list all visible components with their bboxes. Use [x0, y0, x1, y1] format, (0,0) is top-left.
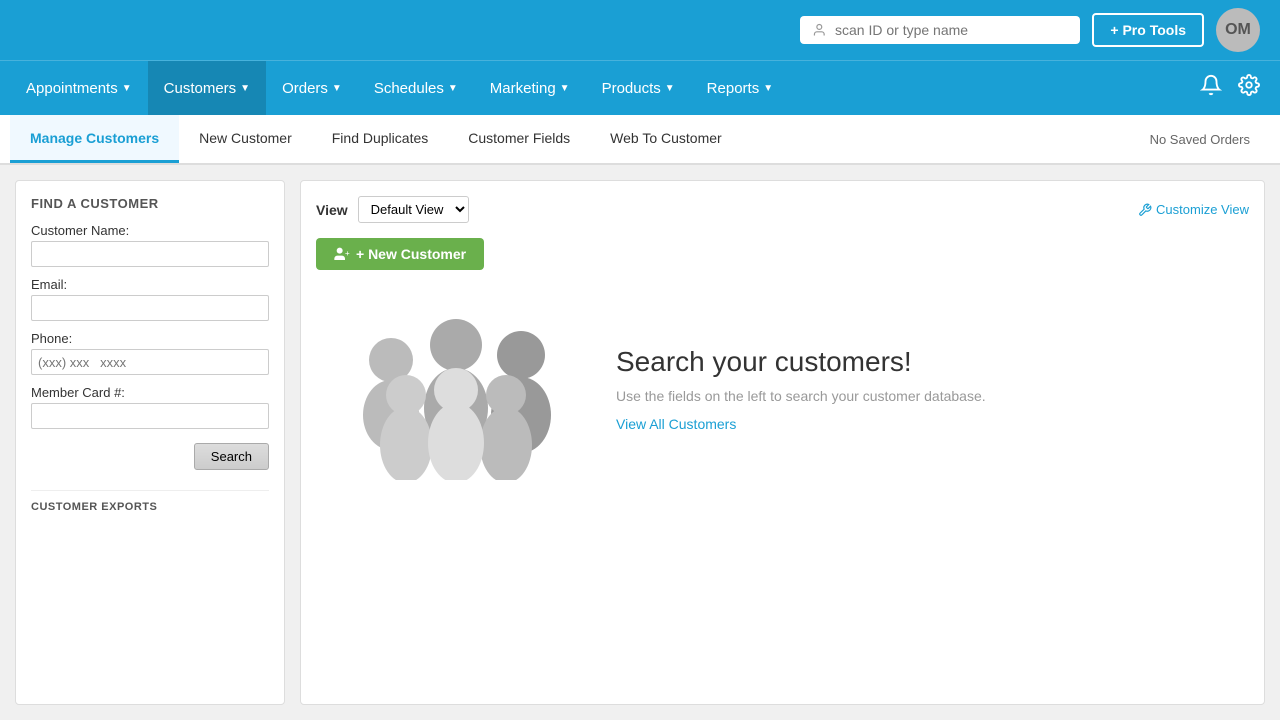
chevron-down-icon: ▼ — [240, 83, 250, 94]
sub-nav: Manage Customers New Customer Find Dupli… — [0, 115, 1280, 165]
subnav-item-new-customer[interactable]: New Customer — [179, 115, 312, 163]
nav-item-appointments[interactable]: Appointments ▼ — [10, 61, 148, 115]
subnav-item-manage-customers[interactable]: Manage Customers — [10, 115, 179, 163]
view-label: View — [316, 202, 348, 218]
nav-item-products[interactable]: Products ▼ — [586, 61, 691, 115]
member-card-label: Member Card #: — [31, 385, 269, 400]
view-bar: View Default View Customize View — [316, 196, 1249, 223]
top-bar: + Pro Tools OM — [0, 0, 1280, 60]
add-person-icon — [334, 246, 350, 262]
no-saved-orders: No Saved Orders — [1130, 115, 1270, 163]
view-bar-left: View Default View — [316, 196, 469, 223]
empty-description: Use the fields on the left to search you… — [616, 388, 986, 404]
empty-state: Search your customers! Use the fields on… — [316, 270, 1249, 510]
search-box[interactable] — [800, 16, 1080, 44]
customer-name-label: Customer Name: — [31, 223, 269, 238]
phone-label: Phone: — [31, 331, 269, 346]
chevron-down-icon: ▼ — [122, 83, 132, 94]
nav-item-marketing[interactable]: Marketing ▼ — [474, 61, 586, 115]
member-card-input[interactable] — [31, 403, 269, 429]
empty-text: Search your customers! Use the fields on… — [616, 346, 986, 434]
empty-heading: Search your customers! — [616, 346, 986, 378]
nav-item-schedules[interactable]: Schedules ▼ — [358, 61, 474, 115]
new-customer-button[interactable]: + New Customer — [316, 238, 484, 270]
main-content: FIND A CUSTOMER Customer Name: Email: Ph… — [0, 165, 1280, 720]
chevron-down-icon: ▼ — [448, 83, 458, 94]
person-icon — [812, 22, 827, 38]
member-card-group: Member Card #: — [31, 385, 269, 429]
subnav-item-find-duplicates[interactable]: Find Duplicates — [312, 115, 449, 163]
chevron-down-icon: ▼ — [763, 83, 773, 94]
nav-icons — [1190, 61, 1270, 115]
search-input[interactable] — [835, 22, 1068, 38]
email-label: Email: — [31, 277, 269, 292]
email-group: Email: — [31, 277, 269, 321]
avatar[interactable]: OM — [1216, 8, 1260, 52]
customize-view-link[interactable]: Customize View — [1138, 202, 1249, 217]
chevron-down-icon: ▼ — [332, 83, 342, 94]
nav-bar: Appointments ▼ Customers ▼ Orders ▼ Sche… — [0, 60, 1280, 115]
bell-icon[interactable] — [1200, 74, 1222, 102]
customer-exports-title[interactable]: CUSTOMER EXPORTS — [31, 501, 269, 513]
sidebar: FIND A CUSTOMER Customer Name: Email: Ph… — [15, 180, 285, 705]
find-customer-title: FIND A CUSTOMER — [31, 196, 269, 211]
customer-name-input[interactable] — [31, 241, 269, 267]
email-input[interactable] — [31, 295, 269, 321]
settings-icon[interactable] — [1238, 74, 1260, 102]
subnav-item-web-to-customer[interactable]: Web To Customer — [590, 115, 742, 163]
customers-illustration — [336, 300, 576, 480]
phone-group: Phone: — [31, 331, 269, 375]
chevron-down-icon: ▼ — [560, 83, 570, 94]
pro-tools-button[interactable]: + Pro Tools — [1092, 13, 1204, 47]
search-button[interactable]: Search — [194, 443, 269, 470]
chevron-down-icon: ▼ — [665, 83, 675, 94]
view-select[interactable]: Default View — [358, 196, 469, 223]
nav-item-orders[interactable]: Orders ▼ — [266, 61, 358, 115]
customer-name-group: Customer Name: — [31, 223, 269, 267]
customer-exports-section: CUSTOMER EXPORTS — [31, 490, 269, 513]
nav-item-customers[interactable]: Customers ▼ — [148, 61, 266, 115]
wrench-icon — [1138, 203, 1152, 217]
view-all-customers-link[interactable]: View All Customers — [616, 416, 736, 432]
content-area: View Default View Customize View + New C… — [300, 180, 1265, 705]
phone-input[interactable] — [31, 349, 269, 375]
nav-item-reports[interactable]: Reports ▼ — [691, 61, 789, 115]
subnav-item-customer-fields[interactable]: Customer Fields — [448, 115, 590, 163]
